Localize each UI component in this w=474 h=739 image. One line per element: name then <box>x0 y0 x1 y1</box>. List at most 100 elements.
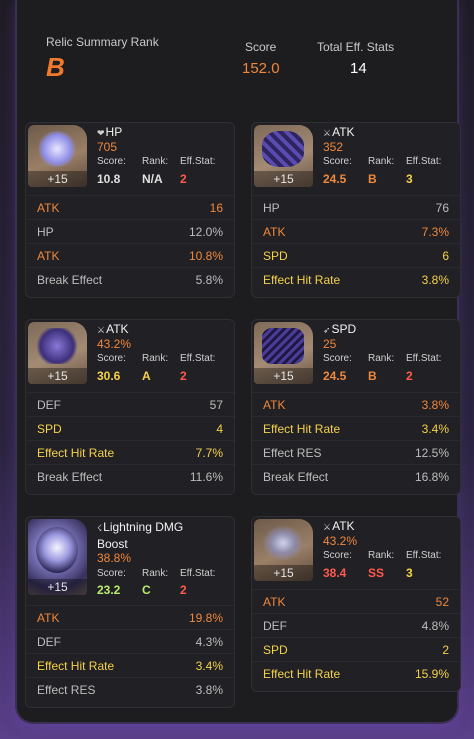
substat-row: Effect Hit Rate 15.9% <box>252 661 460 685</box>
relic-image-hands: +15 <box>254 125 313 187</box>
score-col-label: Score: <box>97 156 126 167</box>
substat-row: Break Effect 16.8% <box>252 464 460 488</box>
relic-image-body: +15 <box>28 322 87 384</box>
relic-eff: 2 <box>180 369 187 383</box>
relic-eff: 3 <box>406 566 413 580</box>
eff-col-label: Eff.Stat: <box>180 156 216 167</box>
stat-icon: ⚔ <box>323 128 332 138</box>
substat-row: Break Effect 5.8% <box>26 267 234 291</box>
relic-image-sphere: +15 <box>28 519 87 595</box>
relic-eff: 2 <box>180 583 187 597</box>
relic-score: 24.5 <box>323 369 347 383</box>
relic-level: +15 <box>28 368 87 384</box>
main-stat-value: 43.2% <box>323 534 358 548</box>
stat-icon: ❤ <box>97 128 105 138</box>
relic-rank: N/A <box>142 172 163 186</box>
relic-rank: C <box>142 583 151 597</box>
relic-eff: 3 <box>406 172 413 186</box>
rank-col-label: Rank: <box>368 550 395 561</box>
main-stat: ❤HP <box>97 125 123 139</box>
relic-score: 23.2 <box>97 583 121 597</box>
substat-row: ATK 52 <box>252 589 460 613</box>
relic-card-sphere[interactable]: +15 ☇Lightning DMG Boost 38.8% Score: Ra… <box>25 516 235 708</box>
relic-image-head: +15 <box>28 125 87 187</box>
eff-col-label: Eff.Stat: <box>406 156 442 167</box>
relic-image-feet: +15 <box>254 322 313 384</box>
score-col-label: Score: <box>323 550 352 561</box>
relic-eff: 2 <box>180 172 187 186</box>
substat-list: ATK 19.8% DEF 4.3% Effect Hit Rate 3.4% Eff… <box>26 605 234 701</box>
substat-row: DEF 57 <box>26 392 234 416</box>
substat-row: DEF 4.3% <box>26 629 234 653</box>
rank-col-label: Rank: <box>142 353 169 364</box>
score-col-label: Score: <box>97 568 126 579</box>
substat-row: Effect Hit Rate 3.4% <box>252 416 460 440</box>
relic-rank: B <box>368 369 377 383</box>
relic-card-feet[interactable]: +15 ➶SPD 25 Score: Rank: Eff.Stat: 24.5 … <box>251 319 461 495</box>
main-stat: ⚔ATK <box>97 322 129 336</box>
rank-col-label: Rank: <box>142 568 169 579</box>
stat-icon: ➶ <box>323 325 331 335</box>
relic-rank: A <box>142 369 151 383</box>
relic-score: 24.5 <box>323 172 347 186</box>
main-stat: ⚔ATK <box>323 125 355 139</box>
substat-row: Effect RES 12.5% <box>252 440 460 464</box>
substat-row: HP 76 <box>252 195 460 219</box>
substat-row: ATK 10.8% <box>26 243 234 267</box>
relic-level: +15 <box>254 171 313 187</box>
rank-col-label: Rank: <box>368 156 395 167</box>
main-stat-value: 705 <box>97 140 118 154</box>
main-stat-value: 25 <box>323 337 337 351</box>
rank-col-label: Rank: <box>142 156 169 167</box>
eff-col-label: Eff.Stat: <box>406 550 442 561</box>
eff-stats-label: Total Eff. Stats <box>317 40 395 54</box>
score-value: 152.0 <box>242 60 280 77</box>
score-col-label: Score: <box>97 353 126 364</box>
substat-row: ATK 3.8% <box>252 392 460 416</box>
substat-list: ATK 16 HP 12.0% ATK 10.8% Break Effect 5.8% <box>26 195 234 291</box>
relic-card-head[interactable]: +15 ❤HP 705 Score: Rank: Eff.Stat: 10.8 … <box>25 122 235 298</box>
stat-icon: ⚔ <box>97 325 106 335</box>
relic-rank: SS <box>368 566 385 580</box>
score-col-label: Score: <box>323 156 352 167</box>
relic-level: +15 <box>254 368 313 384</box>
substat-row: Effect RES 3.8% <box>26 677 234 701</box>
relic-score: 30.6 <box>97 369 121 383</box>
substat-list: HP 76 ATK 7.3% SPD 6 Effect Hit Rate 3.8% <box>252 195 460 291</box>
rank-label: Relic Summary Rank <box>46 35 159 49</box>
relic-score: 10.8 <box>97 172 121 186</box>
relic-image-rope: +15 <box>254 519 313 581</box>
substat-row: Effect Hit Rate 7.7% <box>26 440 234 464</box>
substat-row: DEF 4.8% <box>252 613 460 637</box>
substat-row: Break Effect 11.6% <box>26 464 234 488</box>
substat-row: Effect Hit Rate 3.8% <box>252 267 460 291</box>
relic-level: +15 <box>28 171 87 187</box>
stat-icon: ⚔ <box>323 522 332 532</box>
substat-list: DEF 57 SPD 4 Effect Hit Rate 7.7% Break Eff… <box>26 392 234 488</box>
relic-rank: B <box>368 172 377 186</box>
substat-row: HP 12.0% <box>26 219 234 243</box>
eff-col-label: Eff.Stat: <box>180 353 216 364</box>
main-stat-value: 352 <box>323 140 344 154</box>
substat-row: SPD 6 <box>252 243 460 267</box>
eff-col-label: Eff.Stat: <box>406 353 442 364</box>
main-stat-value: 38.8% <box>97 551 132 565</box>
main-stat-value: 43.2% <box>97 337 132 351</box>
substat-row: SPD 2 <box>252 637 460 661</box>
relic-score: 38.4 <box>323 566 347 580</box>
relic-summary-panel: Relic Summary Rank B Score 152.0 Total E… <box>17 0 461 722</box>
relic-card-rope[interactable]: +15 ⚔ATK 43.2% Score: Rank: Eff.Stat: 38… <box>251 516 461 692</box>
substat-row: SPD 4 <box>26 416 234 440</box>
eff-stats-value: 14 <box>350 60 367 77</box>
score-col-label: Score: <box>323 353 352 364</box>
substat-list: ATK 3.8% Effect Hit Rate 3.4% Effect RES 12… <box>252 392 460 488</box>
score-label: Score <box>245 40 277 54</box>
eff-col-label: Eff.Stat: <box>180 568 216 579</box>
relic-level: +15 <box>254 565 313 581</box>
rank-value: B <box>46 52 65 82</box>
rank-col-label: Rank: <box>368 353 395 364</box>
main-stat: ☇Lightning DMG Boost <box>97 520 184 551</box>
main-stat: ⚔ATK <box>323 519 355 533</box>
relic-card-body[interactable]: +15 ⚔ATK 43.2% Score: Rank: Eff.Stat: 30… <box>25 319 235 495</box>
relic-card-hands[interactable]: +15 ⚔ATK 352 Score: Rank: Eff.Stat: 24.5… <box>251 122 461 298</box>
